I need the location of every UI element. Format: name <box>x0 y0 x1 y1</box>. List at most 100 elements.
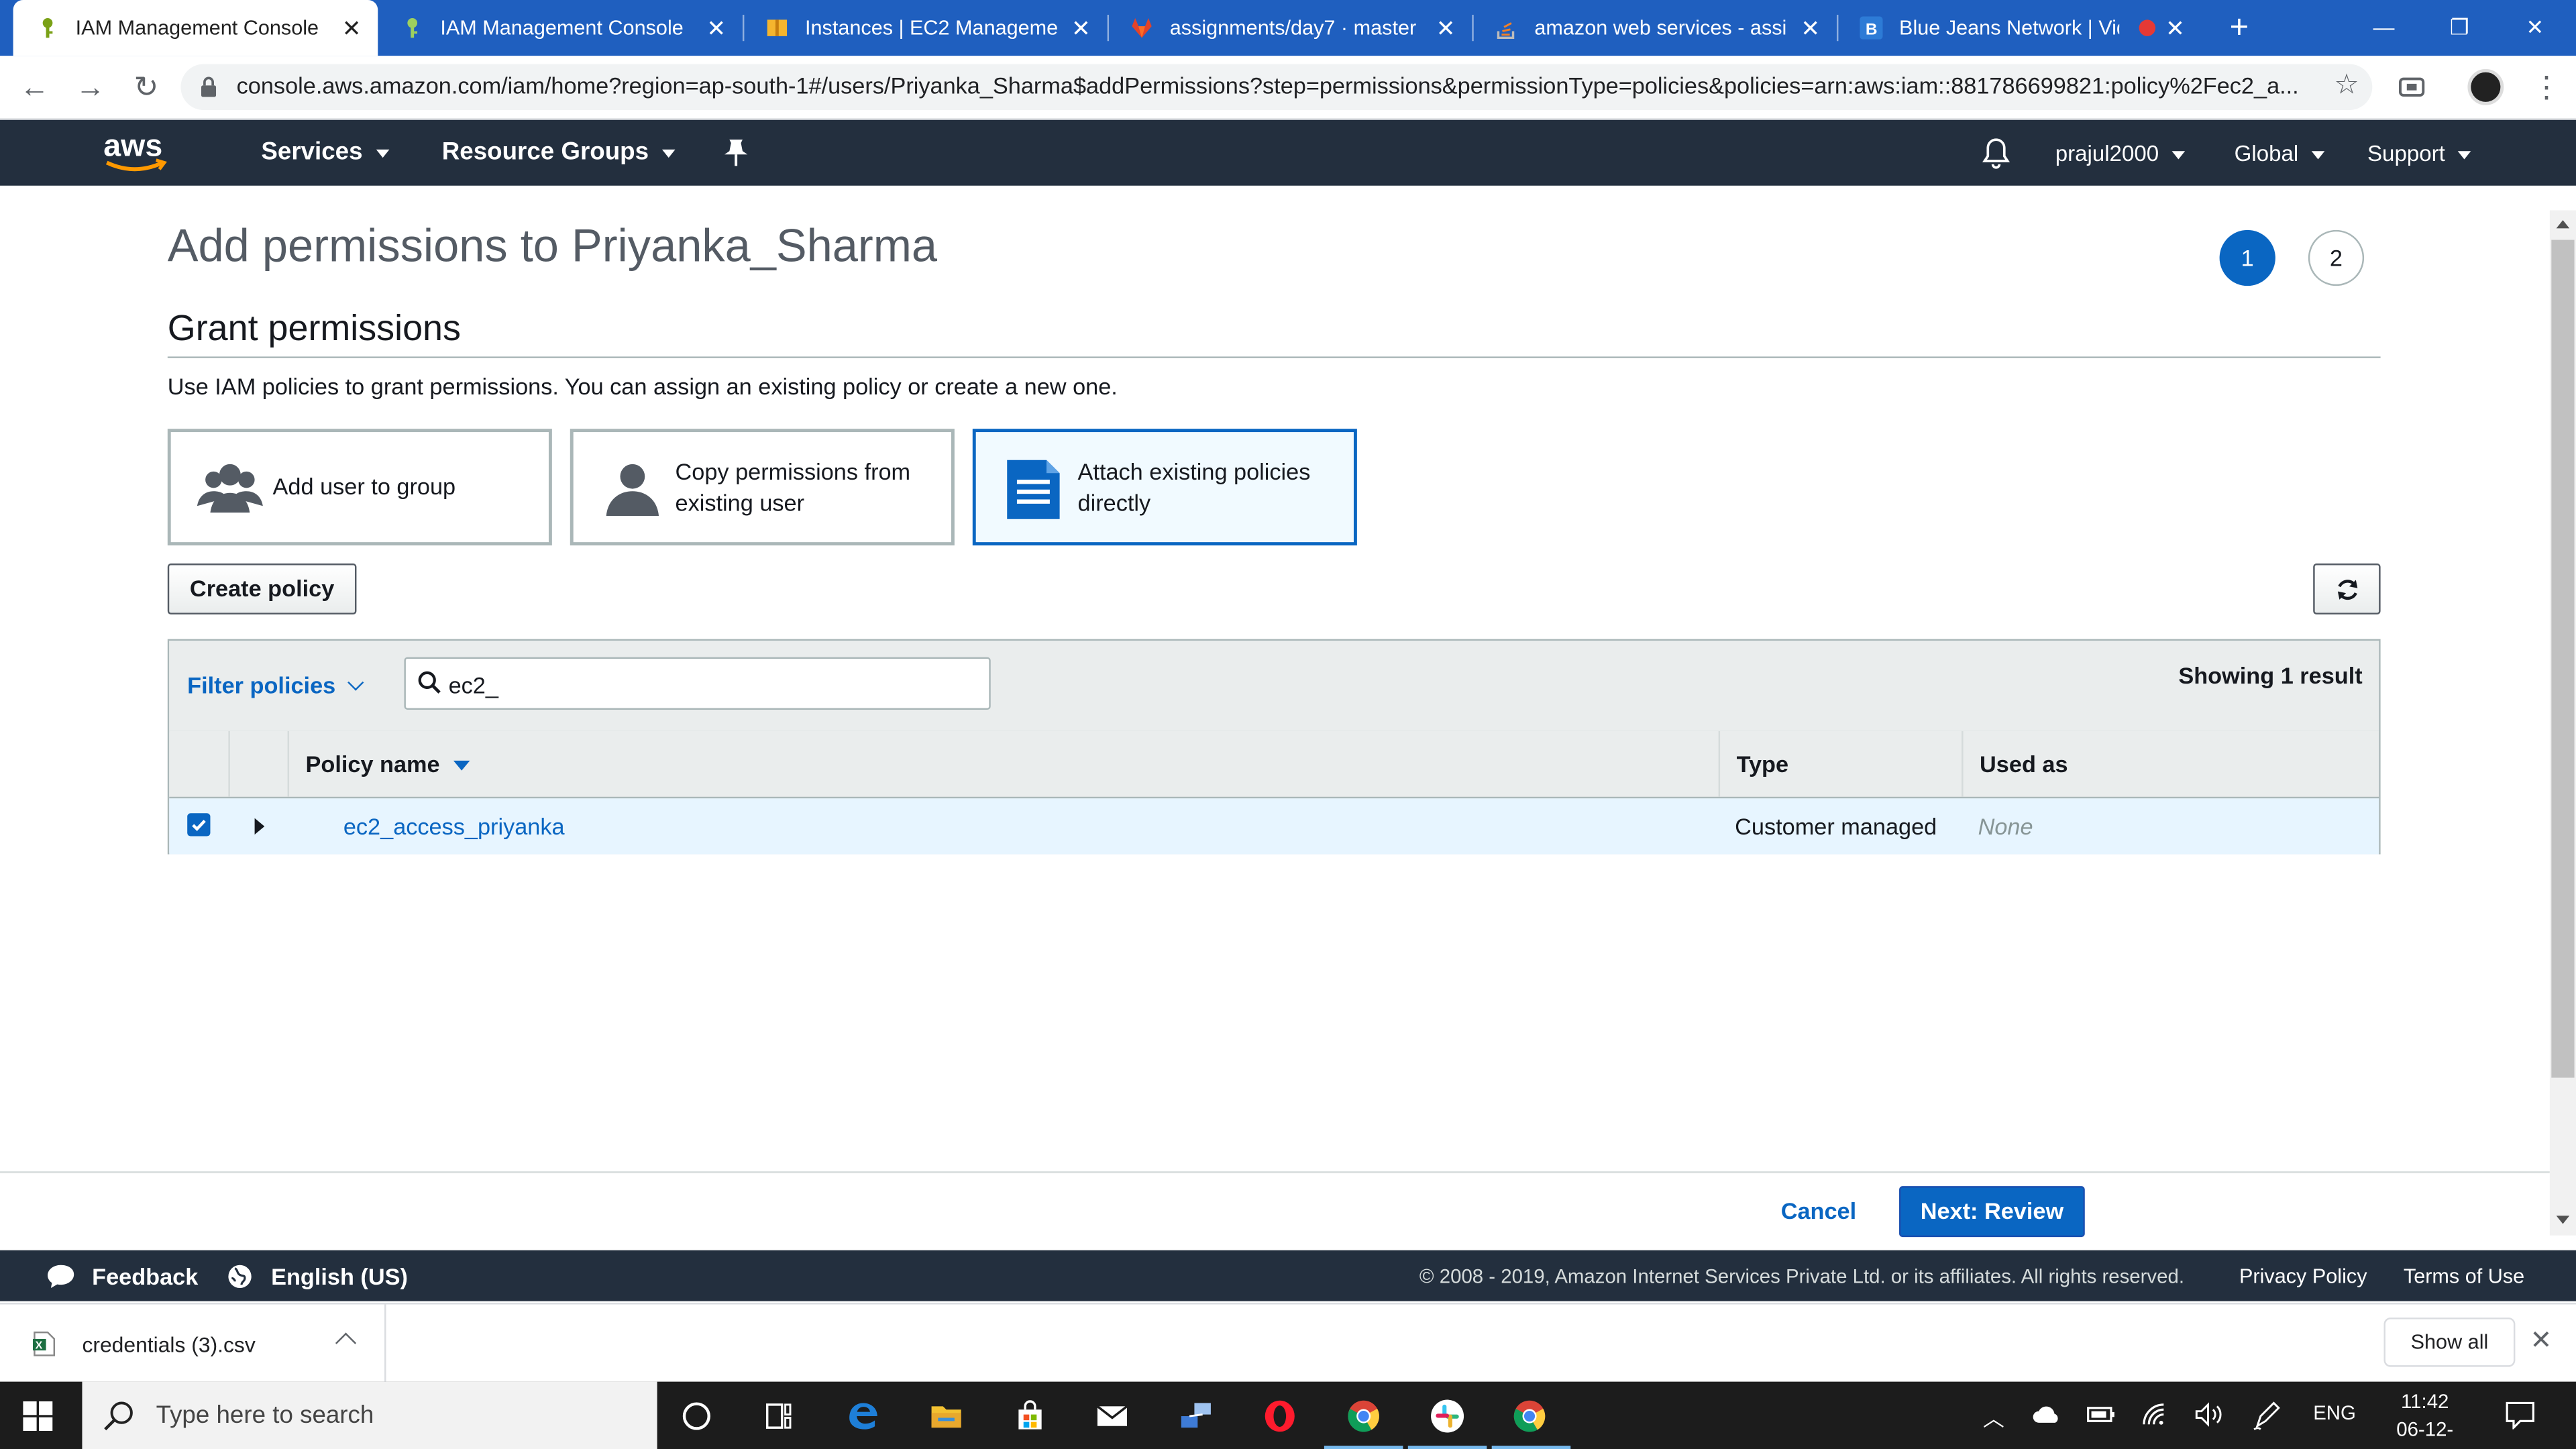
opera-icon[interactable] <box>1262 1398 1298 1434</box>
close-tab-icon[interactable]: ✕ <box>338 15 364 41</box>
policies-table: Filter policies Showing 1 result Policy … <box>167 639 2381 855</box>
aws-logo[interactable]: aws <box>102 128 174 177</box>
action-center-icon[interactable] <box>2504 1400 2536 1430</box>
scroll-up-icon[interactable] <box>2556 220 2570 229</box>
scrollbar-thumb[interactable] <box>2551 239 2575 1078</box>
windows-start-icon[interactable] <box>23 1401 53 1432</box>
column-header-type[interactable]: Type <box>1718 731 1962 797</box>
filter-policies-dropdown[interactable]: Filter policies <box>187 672 364 698</box>
close-tab-icon[interactable]: ✕ <box>2162 15 2188 41</box>
forward-arrow-icon[interactable]: → <box>72 69 109 105</box>
resource-groups-menu[interactable]: Resource Groups <box>441 138 676 166</box>
chrome-icon[interactable] <box>1511 1398 1548 1434</box>
row-checkbox[interactable] <box>187 813 211 837</box>
browser-tab-gitlab[interactable]: assignments/day7 · master · ✕ <box>1108 0 1472 56</box>
taskbar-clock[interactable]: 11:42 06-12-2019 <box>2375 1388 2474 1449</box>
section-title: Grant permissions <box>167 307 461 349</box>
cancel-button[interactable]: Cancel <box>1781 1197 1856 1224</box>
pin-icon[interactable] <box>723 138 749 168</box>
privacy-policy-link[interactable]: Privacy Policy <box>2239 1265 2367 1288</box>
bell-icon[interactable] <box>1981 136 2010 169</box>
address-bar[interactable]: console.aws.amazon.com/iam/home?region=a… <box>180 64 2373 111</box>
region-menu[interactable]: Global <box>2235 142 2325 166</box>
cortana-icon[interactable] <box>678 1398 714 1434</box>
download-item[interactable]: X credentials (3).csv <box>0 1304 386 1384</box>
wizard-footer-divider <box>0 1171 2550 1173</box>
minimize-button[interactable]: — <box>2346 0 2422 56</box>
option-label: Add user to group <box>272 473 456 500</box>
browser-tab-ec2[interactable]: Instances | EC2 Management ✕ <box>743 0 1108 56</box>
network-app-icon[interactable] <box>1178 1398 1214 1434</box>
task-view-icon[interactable] <box>761 1398 797 1434</box>
services-menu[interactable]: Services <box>261 138 389 166</box>
policy-search-box[interactable] <box>404 657 991 710</box>
language-selector[interactable]: English (US) <box>271 1263 408 1289</box>
refresh-button[interactable] <box>2313 564 2381 614</box>
support-menu[interactable]: Support <box>2367 142 2472 166</box>
close-tab-icon[interactable]: ✕ <box>1797 15 1823 41</box>
chevron-down-icon <box>2171 151 2186 160</box>
edge-browser-icon[interactable] <box>845 1398 881 1434</box>
volume-icon[interactable] <box>2193 1401 2226 1428</box>
policy-name-link[interactable]: ec2_access_priyanka <box>343 813 565 839</box>
close-tab-icon[interactable]: ✕ <box>1433 15 1459 41</box>
recording-dot-icon <box>2139 19 2156 36</box>
policy-search-input[interactable] <box>445 667 978 704</box>
file-explorer-icon[interactable] <box>928 1398 965 1434</box>
results-count: Showing 1 result <box>2178 661 2363 689</box>
chevron-down-icon <box>2458 151 2472 160</box>
create-policy-button[interactable]: Create policy <box>167 564 357 614</box>
table-row[interactable]: ec2_access_priyanka Customer managed Non… <box>169 798 2379 855</box>
downloads-bar: X credentials (3).csv Show all ✕ <box>0 1303 2576 1384</box>
reload-icon[interactable]: ↻ <box>128 69 164 105</box>
pen-icon[interactable] <box>2253 1401 2282 1431</box>
step-2-indicator[interactable]: 2 <box>2308 229 2365 286</box>
bookmark-star-icon[interactable]: ☆ <box>2334 69 2359 102</box>
scroll-down-icon[interactable] <box>2556 1216 2570 1224</box>
new-tab-button[interactable]: + <box>2221 10 2257 46</box>
store-icon[interactable] <box>1012 1398 1049 1434</box>
close-tab-icon[interactable]: ✕ <box>703 15 729 41</box>
option-add-user-to-group[interactable]: Add user to group <box>167 429 552 546</box>
browser-tab-iam-2[interactable]: IAM Management Console ✕ <box>378 0 743 56</box>
expand-column-header <box>228 731 287 797</box>
chevron-up-icon[interactable] <box>335 1332 357 1354</box>
browser-tab-stackoverflow[interactable]: amazon web services - assign ✕ <box>1472 0 1837 56</box>
option-attach-policies[interactable]: Attach existing policies directly <box>972 429 1357 546</box>
terms-of-use-link[interactable]: Terms of Use <box>2404 1265 2524 1288</box>
restore-button[interactable]: ❐ <box>2422 0 2498 56</box>
extension-icon[interactable] <box>2396 70 2428 103</box>
step-1-indicator[interactable]: 1 <box>2219 229 2275 286</box>
bluejeans-icon: B <box>1860 16 1883 40</box>
browser-tab-bluejeans[interactable]: B Blue Jeans Network | Vid ✕ <box>1837 0 2202 56</box>
account-label: prajul2000 <box>2055 141 2159 166</box>
mail-icon[interactable] <box>1094 1398 1130 1434</box>
chevron-up-icon[interactable]: ︿ <box>1983 1401 2004 1433</box>
column-header-policy-name[interactable]: Policy name <box>287 731 1719 797</box>
back-arrow-icon[interactable]: ← <box>16 69 52 105</box>
account-menu[interactable]: prajul2000 <box>2055 142 2186 166</box>
show-all-downloads-button[interactable]: Show all <box>2383 1318 2516 1367</box>
resource-groups-label: Resource Groups <box>441 138 649 166</box>
browser-tab-iam-active[interactable]: IAM Management Console ✕ <box>13 0 378 56</box>
window-close-button[interactable]: ✕ <box>2497 0 2573 56</box>
feedback-link[interactable]: Feedback <box>92 1263 198 1289</box>
battery-icon[interactable] <box>2086 1405 2116 1424</box>
column-header-used-as[interactable]: Used as <box>1962 731 2379 797</box>
taskbar-search-box[interactable]: Type here to search <box>82 1381 657 1449</box>
onedrive-cloud-icon[interactable] <box>2032 1403 2061 1426</box>
browser-tab-strip: IAM Management Console ✕ IAM Management … <box>0 0 2576 56</box>
close-downloads-icon[interactable]: ✕ <box>2530 1324 2552 1357</box>
chrome-icon[interactable] <box>1346 1398 1382 1434</box>
next-review-button[interactable]: Next: Review <box>1899 1186 2085 1238</box>
section-divider <box>167 356 2381 358</box>
expand-row-icon[interactable] <box>254 818 265 835</box>
browser-menu-icon[interactable]: ⋮ <box>2530 69 2563 105</box>
option-copy-permissions[interactable]: Copy permissions from existing user <box>570 429 955 546</box>
slack-icon[interactable] <box>1430 1398 1466 1434</box>
filter-policies-label: Filter policies <box>187 672 336 698</box>
profile-avatar[interactable] <box>2467 68 2504 105</box>
wifi-icon[interactable] <box>2141 1401 2170 1428</box>
input-language[interactable]: ENG <box>2313 1401 2356 1424</box>
close-tab-icon[interactable]: ✕ <box>1068 15 1094 41</box>
